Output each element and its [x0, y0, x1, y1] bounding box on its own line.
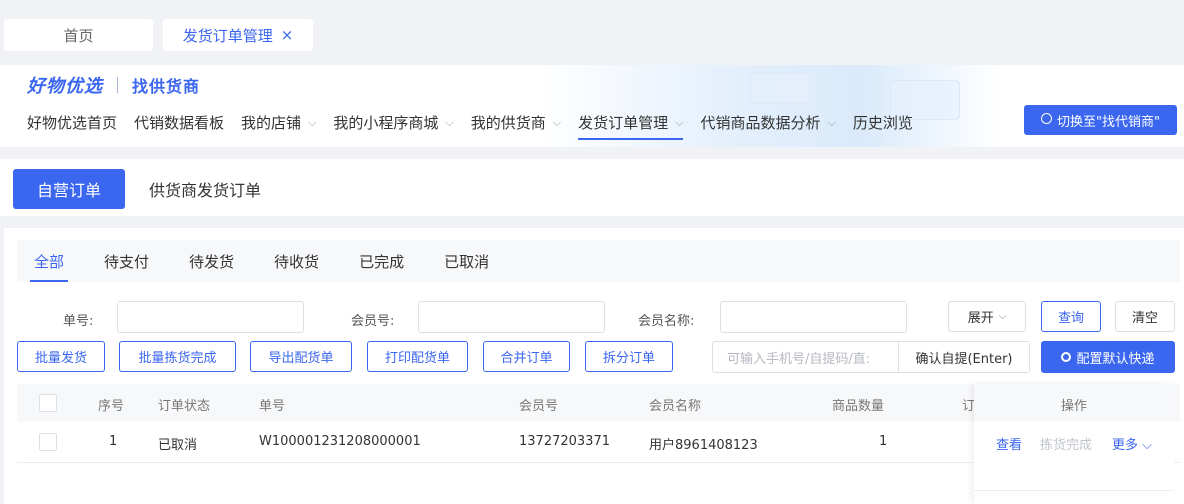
- orders-panel: 全部 待支付 待发货 待收货 已完成 已取消 单号: 会员号: 会员名称: 展开…: [4, 228, 1184, 504]
- nav-item-my-store[interactable]: 我的店铺 ⌵: [241, 112, 316, 140]
- expand-button[interactable]: 展开 ⌵: [948, 301, 1026, 332]
- nav-item-mini-program[interactable]: 我的小程序商城 ⌵: [333, 112, 453, 140]
- col-order-no: 单号: [259, 399, 286, 414]
- row-checkbox[interactable]: [39, 433, 57, 451]
- split-orders-button[interactable]: 拆分订单: [585, 341, 673, 372]
- more-dropdown[interactable]: 更多 ⌵: [1112, 434, 1152, 453]
- nav-item-shipping-orders[interactable]: 发货订单管理 ⌵: [578, 112, 684, 140]
- config-express-button[interactable]: 配置默认快递: [1041, 341, 1175, 373]
- row-divider: [974, 490, 1174, 491]
- close-icon[interactable]: ×: [281, 26, 294, 44]
- brand-name: 好物优选: [27, 76, 103, 97]
- operations-header: 操作: [974, 384, 1174, 422]
- pick-complete-link[interactable]: 拣货完成: [1040, 434, 1092, 453]
- print-picklist-button[interactable]: 打印配货单: [367, 341, 468, 372]
- tab-home[interactable]: 首页: [4, 19, 153, 51]
- query-button[interactable]: 查询: [1041, 301, 1101, 332]
- brand-divider: [117, 77, 118, 93]
- member-no-input[interactable]: [418, 301, 605, 333]
- order-type-bar: 自营订单 供货商发货订单: [0, 159, 1184, 216]
- chevron-down-icon: ⌵: [552, 116, 562, 129]
- tab-pending-receipt[interactable]: 待收货: [274, 240, 319, 282]
- supplier-orders-button[interactable]: 供货商发货订单: [140, 169, 270, 209]
- pickup-scan-group: 可输入手机号/自提码/直: 确认自提(Enter): [712, 341, 1030, 373]
- tab-shipping-orders[interactable]: 发货订单管理 ×: [163, 19, 313, 51]
- batch-pick-button[interactable]: 批量拣货完成: [119, 341, 236, 372]
- main-nav: 好物优选首页 代销数据看板 我的店铺 ⌵ 我的小程序商城 ⌵ 我的供货商 ⌵ 发货订单…: [27, 112, 930, 140]
- clear-button[interactable]: 清空: [1115, 301, 1175, 332]
- cell-order-no: W100001231208000001: [259, 434, 421, 449]
- page-tab-strip: 首页 发货订单管理 ×: [0, 0, 1184, 62]
- col-member-no: 会员号: [519, 399, 559, 414]
- select-all-checkbox[interactable]: [39, 394, 57, 412]
- status-tabs: 全部 待支付 待发货 待收货 已完成 已取消: [17, 240, 1180, 282]
- member-name-input[interactable]: [720, 301, 907, 333]
- brand-logo: 好物优选 找供货商: [27, 72, 200, 98]
- chevron-down-icon: ⌵: [827, 116, 836, 129]
- order-no-input[interactable]: [117, 301, 304, 333]
- member-name-label: 会员名称:: [638, 314, 695, 329]
- cell-status: 已取消: [158, 438, 198, 453]
- tab-cancelled[interactable]: 已取消: [444, 240, 489, 282]
- cell-seq: 1: [109, 434, 118, 449]
- merge-orders-button[interactable]: 合并订单: [483, 341, 570, 372]
- confirm-pickup-button[interactable]: 确认自提(Enter): [899, 342, 1029, 372]
- pickup-code-input[interactable]: 可输入手机号/自提码/直:: [713, 342, 899, 372]
- tab-completed[interactable]: 已完成: [359, 240, 404, 282]
- order-no-label: 单号:: [63, 314, 94, 329]
- top-header: 好物优选 找供货商 好物优选首页 代销数据看板 我的店铺 ⌵ 我的小程序商城 ⌵ 我…: [0, 65, 1184, 147]
- decoration-shape: [750, 73, 810, 103]
- cell-qty: 1: [879, 434, 888, 449]
- tab-pending-shipment[interactable]: 待发货: [189, 240, 234, 282]
- chevron-down-icon: ⌵: [308, 116, 317, 129]
- nav-item-history[interactable]: 历史浏览: [853, 112, 913, 140]
- switch-role-button[interactable]: 切换至"找代销商": [1024, 105, 1177, 135]
- export-picklist-button[interactable]: 导出配货单: [250, 341, 352, 372]
- brand-subtitle: 找供货商: [132, 77, 201, 96]
- view-link[interactable]: 查看: [996, 434, 1022, 453]
- batch-ship-button[interactable]: 批量发货: [17, 341, 105, 372]
- col-status: 订单状态: [158, 399, 211, 414]
- nav-item-home[interactable]: 好物优选首页: [27, 112, 117, 140]
- chevron-down-icon: ⌵: [445, 116, 454, 129]
- nav-item-my-suppliers[interactable]: 我的供货商 ⌵: [471, 112, 561, 140]
- nav-item-dashboard[interactable]: 代销数据看板: [134, 112, 224, 140]
- chevron-down-icon: ⌵: [675, 116, 684, 129]
- chevron-down-icon: ⌵: [998, 311, 1007, 322]
- tab-pending-payment[interactable]: 待支付: [104, 240, 149, 282]
- col-member-name: 会员名称: [649, 399, 702, 414]
- operations-column: 操作 查看 拣货完成 更多 ⌵: [974, 384, 1174, 504]
- cell-member-name: 用户8961408123: [649, 438, 758, 453]
- member-no-label: 会员号:: [351, 314, 395, 329]
- user-icon: [1041, 112, 1053, 124]
- tab-all[interactable]: 全部: [29, 240, 69, 282]
- nav-item-product-analysis[interactable]: 代销商品数据分析 ⌵: [700, 112, 835, 140]
- self-orders-button[interactable]: 自营订单: [13, 169, 125, 209]
- col-qty: 商品数量: [832, 399, 885, 414]
- col-seq: 序号: [98, 399, 125, 414]
- cell-member-no: 13727203371: [519, 434, 610, 449]
- gear-icon: [1061, 352, 1072, 362]
